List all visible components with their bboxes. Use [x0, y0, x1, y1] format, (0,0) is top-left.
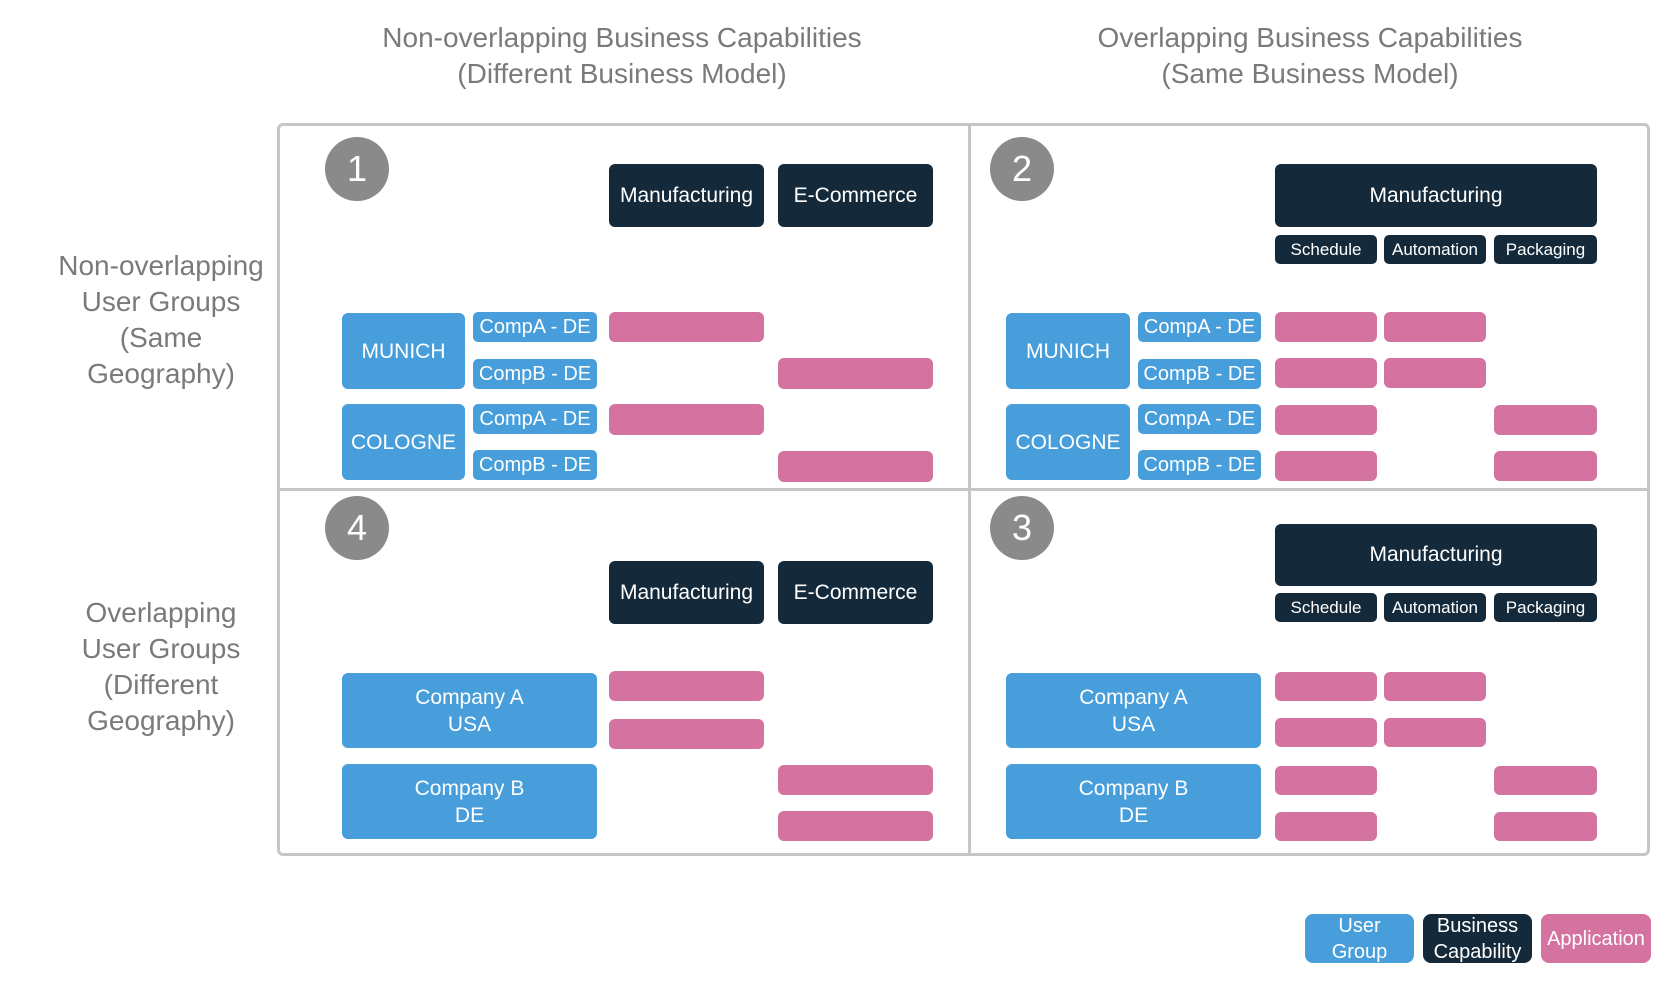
application-block [1384, 718, 1486, 747]
row-header-non-overlapping-user-groups: Non-overlapping User Groups (Same Geogra… [31, 248, 291, 392]
user-group-line2: USA [447, 712, 492, 736]
user-subgroup: CompB - DE [473, 359, 597, 389]
column-header-line2: (Different Business Model) [457, 58, 787, 89]
row-header-line: Non-overlapping [58, 250, 264, 281]
application-block [1384, 358, 1486, 388]
sub-capability-schedule: Schedule [1275, 593, 1377, 622]
user-subgroup: CompB - DE [473, 450, 597, 480]
application-block [1275, 358, 1377, 388]
application-block [1384, 312, 1486, 342]
sub-capability-automation: Automation [1384, 593, 1486, 622]
row-header-line: Overlapping [85, 597, 237, 628]
user-group-company-b: Company B DE [1006, 764, 1261, 839]
quadrant-number-badge: 3 [990, 496, 1054, 560]
user-group-line1: Company A [1079, 685, 1188, 709]
business-capability-e-commerce: E-Commerce [778, 164, 933, 227]
application-block [778, 358, 933, 389]
legend-label-line1: User [1338, 914, 1381, 937]
row-header-line: Geography) [87, 358, 235, 389]
row-header-line: (Different [103, 669, 219, 700]
application-block [1275, 812, 1377, 841]
sub-capability-packaging: Packaging [1494, 235, 1597, 264]
quadrant-number-badge: 1 [325, 137, 389, 201]
column-header-overlapping-capabilities: Overlapping Business Capabilities (Same … [990, 20, 1630, 92]
row-header-line: User Groups [81, 286, 241, 317]
user-group-company-b: Company B DE [342, 764, 597, 839]
application-block [1494, 812, 1597, 841]
quadrant-number-badge: 4 [325, 496, 389, 560]
quadrant-number-badge: 2 [990, 137, 1054, 201]
application-block [1275, 766, 1377, 795]
user-group-munich: MUNICH [342, 313, 465, 389]
application-block [1275, 312, 1377, 342]
user-group-line1: Company B [414, 776, 525, 800]
application-block [609, 719, 764, 749]
user-group-line1: Company B [1078, 776, 1189, 800]
application-block [609, 404, 764, 435]
application-block [1494, 766, 1597, 795]
user-subgroup: CompA - DE [473, 312, 597, 342]
application-block [1275, 405, 1377, 435]
user-group-cologne: COLOGNE [342, 404, 465, 480]
column-header-line2: (Same Business Model) [1161, 58, 1459, 89]
application-block [609, 671, 764, 701]
business-capability-manufacturing: Manufacturing [1275, 524, 1597, 586]
legend-business-capability: Business Capability [1423, 914, 1532, 963]
sub-capability-automation: Automation [1384, 235, 1486, 264]
legend-application: Application [1541, 914, 1651, 963]
sub-capability-schedule: Schedule [1275, 235, 1377, 264]
user-group-line2: DE [454, 803, 485, 827]
row-header-overlapping-user-groups: Overlapping User Groups (Different Geogr… [31, 595, 291, 739]
user-group-company-a: Company A USA [342, 673, 597, 748]
user-subgroup: CompA - DE [1138, 404, 1261, 434]
application-block [778, 765, 933, 795]
application-block [778, 811, 933, 841]
column-header-line1: Overlapping Business Capabilities [1097, 22, 1523, 53]
row-header-line: User Groups [81, 633, 241, 664]
application-block [609, 312, 764, 342]
legend-label-line2: Group [1331, 940, 1388, 963]
user-group-line2: USA [1111, 712, 1156, 736]
user-subgroup: CompA - DE [473, 404, 597, 434]
business-capability-manufacturing: Manufacturing [1275, 164, 1597, 227]
user-group-line2: DE [1118, 803, 1149, 827]
application-block [1384, 672, 1486, 701]
application-block [1494, 451, 1597, 481]
user-group-cologne: COLOGNE [1006, 404, 1130, 480]
user-group-line1: Company A [415, 685, 524, 709]
legend-label-line2: Capability [1433, 940, 1522, 963]
user-group-munich: MUNICH [1006, 313, 1130, 389]
user-subgroup: CompA - DE [1138, 312, 1261, 342]
user-subgroup: CompB - DE [1138, 450, 1261, 480]
column-header-non-overlapping-capabilities: Non-overlapping Business Capabilities (D… [302, 20, 942, 92]
legend-user-group: User Group [1305, 914, 1414, 963]
grid-divider-horizontal [278, 488, 1649, 491]
legend-label-line1: Business [1436, 914, 1519, 937]
row-header-line: Geography) [87, 705, 235, 736]
column-header-line1: Non-overlapping Business Capabilities [382, 22, 862, 53]
application-block [1275, 451, 1377, 481]
user-subgroup: CompB - DE [1138, 359, 1261, 389]
sub-capability-packaging: Packaging [1494, 593, 1597, 622]
application-block [1275, 672, 1377, 701]
application-block [1494, 405, 1597, 435]
row-header-line: (Same [119, 322, 203, 353]
business-capability-e-commerce: E-Commerce [778, 561, 933, 624]
business-capability-manufacturing: Manufacturing [609, 561, 764, 624]
business-capability-manufacturing: Manufacturing [609, 164, 764, 227]
application-block [778, 451, 933, 482]
legend-label: Application [1547, 927, 1645, 950]
application-block [1275, 718, 1377, 747]
user-group-company-a: Company A USA [1006, 673, 1261, 748]
